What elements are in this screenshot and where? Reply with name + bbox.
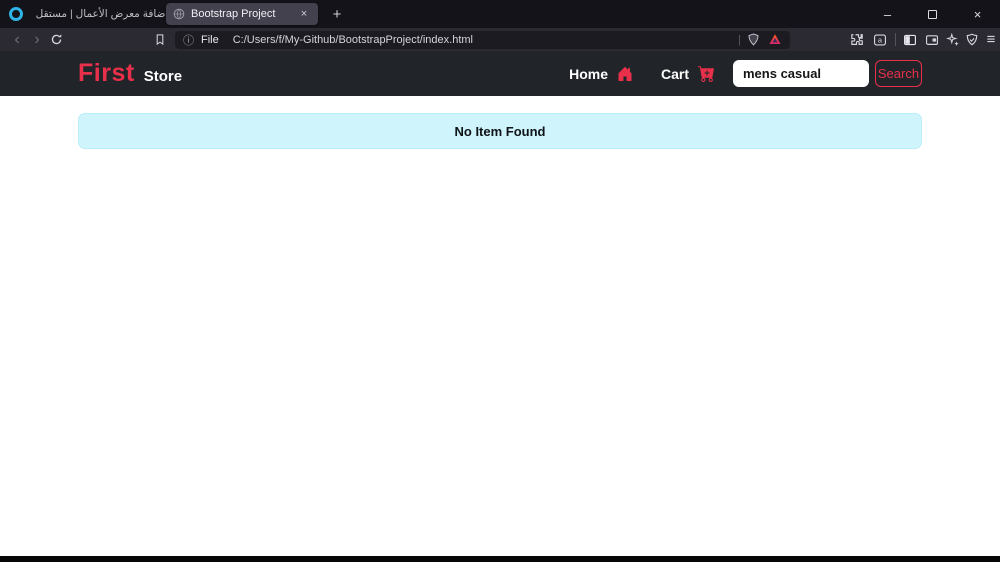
profile-ring-icon[interactable]	[9, 7, 23, 21]
toolbar-separator	[895, 33, 896, 46]
footer-bar	[0, 556, 1000, 562]
globe-favicon-icon	[173, 8, 185, 20]
back-button[interactable]: ‹	[8, 28, 26, 51]
search-button[interactable]: Search	[875, 60, 922, 87]
browser-titlebar: إضافة معرض الأعمال | مستقل Bootstrap Pro…	[0, 0, 1000, 28]
cart-label: Cart	[660, 65, 689, 82]
page-content: No Item Found	[0, 96, 1000, 556]
url-path[interactable]: C:/Users/f/My-Github/BootstrapProject/in…	[233, 34, 732, 46]
bookmark-icon[interactable]	[151, 31, 168, 48]
info-icon[interactable]: ⓘ	[183, 32, 194, 48]
tab-label: إضافة معرض الأعمال | مستقل	[35, 8, 169, 20]
home-label: Home	[569, 65, 608, 82]
tab-bootstrap-project[interactable]: Bootstrap Project ×	[166, 3, 318, 25]
minimize-button[interactable]: –	[865, 0, 910, 28]
browser-window: إضافة معرض الأعمال | مستقل Bootstrap Pro…	[0, 0, 1000, 562]
privacy-shield-icon[interactable]	[963, 31, 980, 48]
forward-button[interactable]: ›	[28, 28, 46, 51]
maximize-button[interactable]	[910, 0, 955, 28]
cart-plus-icon	[698, 66, 714, 82]
urlbar-separator: |	[738, 33, 741, 46]
navbar-right: Home Cart Search	[569, 60, 922, 87]
url-scheme-label: File	[201, 33, 219, 46]
window-controls: – ×	[865, 0, 1000, 28]
tab-label: Bootstrap Project	[191, 8, 276, 20]
extensions-icon[interactable]	[848, 31, 865, 48]
brand-primary-text: First	[78, 59, 135, 87]
site-navbar: First Store Home Cart Search	[0, 51, 1000, 96]
maximize-icon	[928, 9, 937, 19]
nav-link-cart[interactable]: Cart	[661, 65, 715, 82]
brand-logo[interactable]: First Store	[78, 59, 182, 88]
house-icon	[618, 66, 632, 81]
browser-toolbar: ‹ › ⓘ File C:/Users/f/My-Github/Bootstra…	[0, 28, 1000, 51]
sidebar-toggle-icon[interactable]	[901, 31, 918, 48]
sparkle-ai-icon[interactable]	[944, 31, 961, 48]
nav-link-home[interactable]: Home	[569, 66, 633, 82]
shield-extension-icon[interactable]	[747, 33, 760, 46]
menu-icon[interactable]: ≡	[982, 28, 1000, 51]
reload-button[interactable]	[48, 31, 65, 48]
translate-icon[interactable]: a	[871, 31, 888, 48]
no-item-alert: No Item Found	[78, 113, 922, 149]
container-tab-icon[interactable]	[923, 31, 940, 48]
triangle-extension-icon[interactable]	[768, 33, 782, 46]
tab-close-icon[interactable]: ×	[297, 8, 311, 20]
new-tab-button[interactable]: +	[327, 4, 347, 24]
search-input[interactable]	[733, 60, 869, 87]
brand-secondary-text: Store	[143, 68, 183, 85]
svg-text:a: a	[877, 35, 882, 44]
url-bar[interactable]: ⓘ File C:/Users/f/My-Github/BootstrapPro…	[175, 30, 790, 49]
tab-mostaql[interactable]: إضافة معرض الأعمال | مستقل	[35, 3, 169, 25]
close-button[interactable]: ×	[955, 0, 1000, 28]
